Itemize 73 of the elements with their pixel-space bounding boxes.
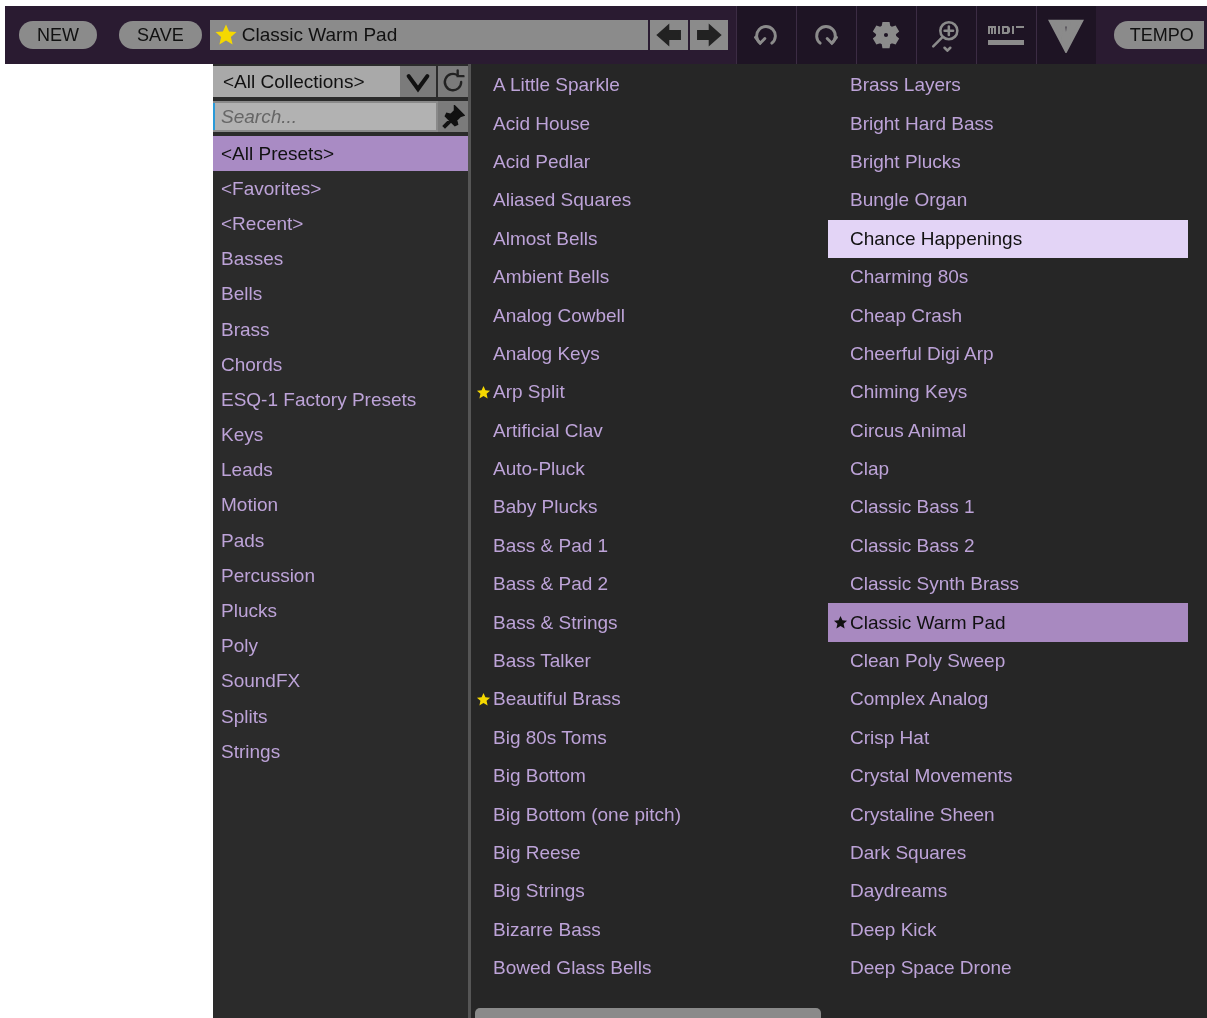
category-item[interactable]: Splits bbox=[213, 699, 468, 735]
preset-item[interactable]: Bass & Strings bbox=[471, 603, 831, 642]
tempo-button[interactable]: TEMPO bbox=[1113, 21, 1204, 49]
preset-item[interactable]: Clean Poly Sweep bbox=[828, 641, 1188, 681]
preset-name-field[interactable]: Classic Warm Pad bbox=[209, 20, 648, 50]
preset-item[interactable]: Circus Animal bbox=[828, 411, 1188, 450]
category-item[interactable]: Pads bbox=[213, 523, 468, 559]
preset-item[interactable]: Bass & Pad 2 bbox=[471, 565, 831, 604]
save-button[interactable]: SAVE bbox=[119, 21, 202, 49]
preset-item[interactable]: Analog Cowbell bbox=[471, 296, 831, 335]
preset-item[interactable]: Chance Happenings bbox=[828, 219, 1188, 258]
category-item[interactable]: <Recent> bbox=[213, 206, 468, 242]
preset-item[interactable]: Bungle Organ bbox=[828, 181, 1188, 220]
preset-item[interactable]: Big Strings bbox=[471, 872, 831, 911]
category-item[interactable]: Brass bbox=[213, 311, 468, 348]
category-item[interactable]: Bells bbox=[213, 276, 468, 312]
preset-item[interactable]: Cheerful Digi Arp bbox=[828, 334, 1188, 374]
preset-item[interactable]: Big Reese bbox=[471, 833, 831, 873]
preset-item[interactable]: Analog Keys bbox=[471, 334, 831, 374]
category-item[interactable]: Motion bbox=[213, 487, 468, 524]
preset-item[interactable]: Acid House bbox=[471, 104, 831, 143]
preset-item[interactable]: Auto-Pluck bbox=[471, 449, 831, 489]
category-item[interactable]: Chords bbox=[213, 347, 468, 383]
preset-item[interactable]: Classic Bass 1 bbox=[828, 488, 1188, 527]
preset-item[interactable]: Bright Plucks bbox=[828, 142, 1188, 182]
category-item[interactable]: SoundFX bbox=[213, 663, 468, 699]
preset-item[interactable]: Crisp Hat bbox=[828, 718, 1188, 758]
category-item[interactable]: ESQ-1 Factory Presets bbox=[213, 382, 468, 418]
category-item[interactable]: Strings bbox=[213, 734, 468, 770]
preset-item[interactable]: Daydreams bbox=[828, 872, 1188, 911]
preset-item[interactable]: Deep Kick bbox=[828, 910, 1188, 949]
preset-item[interactable]: Chiming Keys bbox=[828, 373, 1188, 412]
preset-item[interactable]: Crystal Movements bbox=[828, 757, 1188, 796]
preset-item[interactable]: Big Bottom bbox=[471, 757, 831, 796]
preset-name: Classic Warm Pad bbox=[241, 24, 398, 46]
category-item[interactable]: Plucks bbox=[213, 593, 468, 629]
collection-dropdown[interactable]: <All Collections> bbox=[213, 66, 436, 97]
preset-item[interactable]: Classic Bass 2 bbox=[828, 526, 1188, 566]
preset-item[interactable]: Charming 80s bbox=[828, 257, 1188, 297]
preset-item[interactable]: Brass Layers bbox=[828, 66, 1188, 105]
category-item[interactable]: Keys bbox=[213, 417, 468, 453]
preset-item[interactable]: Big 80s Toms bbox=[471, 718, 831, 758]
preset-item[interactable]: Baby Plucks bbox=[471, 488, 831, 527]
preset-item[interactable]: Deep Space Drone bbox=[828, 949, 1188, 988]
preset-item[interactable]: Acid Pedlar bbox=[471, 142, 831, 182]
preset-item[interactable]: Bass & Pad 1 bbox=[471, 526, 831, 566]
preset-item[interactable]: Classic Synth Brass bbox=[828, 565, 1188, 604]
preset-item[interactable]: Beautiful Brass bbox=[471, 680, 831, 719]
preset-item[interactable]: Ambient Bells bbox=[471, 257, 831, 297]
preset-item[interactable]: Almost Bells bbox=[471, 219, 831, 258]
preset-item[interactable]: Classic Warm Pad bbox=[828, 603, 1188, 642]
preset-item[interactable]: Arp Split bbox=[471, 373, 831, 412]
preset-item[interactable]: Crystaline Sheen bbox=[828, 795, 1188, 834]
search-field[interactable]: Search... bbox=[213, 103, 436, 130]
category-item[interactable]: Basses bbox=[213, 241, 468, 277]
category-item[interactable]: <Favorites> bbox=[213, 171, 468, 207]
new-button[interactable]: NEW bbox=[19, 21, 97, 49]
preset-item[interactable]: Dark Squares bbox=[828, 833, 1188, 873]
preset-item[interactable]: Cheap Crash bbox=[828, 296, 1188, 335]
category-item[interactable]: Percussion bbox=[213, 558, 468, 594]
category-item[interactable]: Leads bbox=[213, 452, 468, 488]
preset-item[interactable]: Big Bottom (one pitch) bbox=[471, 795, 831, 834]
preset-item[interactable]: Bizarre Bass bbox=[471, 910, 831, 949]
preset-item[interactable]: Aliased Squares bbox=[471, 181, 831, 220]
preset-item[interactable]: Artificial Clav bbox=[471, 411, 831, 450]
preset-item[interactable]: Complex Analog bbox=[828, 680, 1188, 719]
category-item[interactable]: <All Presets> bbox=[213, 136, 468, 172]
category-item[interactable]: Poly bbox=[213, 628, 468, 664]
preset-item[interactable]: Bowed Glass Bells bbox=[471, 949, 831, 988]
preset-item[interactable]: A Little Sparkle bbox=[471, 66, 831, 105]
preset-item[interactable]: Clap bbox=[828, 449, 1188, 489]
preset-item[interactable]: Bass Talker bbox=[471, 641, 831, 681]
preset-item[interactable]: Bright Hard Bass bbox=[828, 104, 1188, 143]
